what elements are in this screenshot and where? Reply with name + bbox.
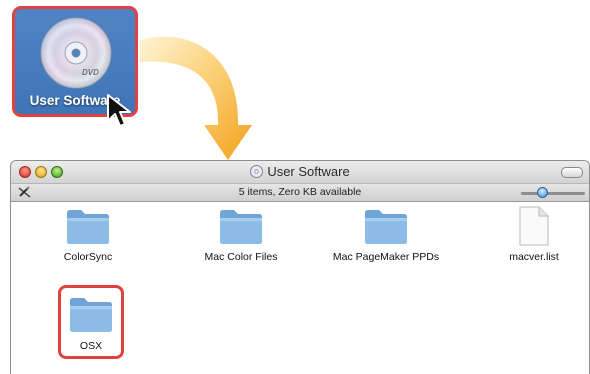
window-titlebar[interactable]: User Software — [11, 161, 589, 183]
file-item-macver-list[interactable]: macver.list — [494, 206, 574, 263]
folder-icon — [70, 298, 112, 332]
folder-icon — [67, 210, 109, 244]
folder-icon — [365, 210, 407, 244]
curved-arrow-icon — [140, 36, 252, 160]
document-icon — [519, 206, 549, 246]
dvd-disc-icon: DVD — [40, 17, 112, 89]
item-label: ColorSync — [63, 251, 113, 263]
folder-icon — [220, 210, 262, 244]
item-label: Mac PageMaker PPDs — [332, 251, 440, 263]
item-label: Mac Color Files — [204, 251, 278, 263]
disc-small-icon — [250, 165, 264, 178]
item-label: OSX — [79, 340, 103, 352]
disc-logo-text: DVD — [82, 68, 99, 77]
toolbar-toggle-button[interactable] — [561, 167, 583, 178]
item-label: macver.list — [509, 251, 559, 263]
slider-thumb[interactable] — [537, 187, 548, 198]
finder-window[interactable]: User Software 5 items, Zero KB available… — [10, 160, 590, 374]
slider-track — [521, 192, 585, 195]
icon-size-slider[interactable] — [521, 187, 585, 199]
mouse-cursor-icon — [107, 94, 131, 127]
status-text: 5 items, Zero KB available — [238, 186, 362, 198]
status-bar: 5 items, Zero KB available — [11, 183, 589, 202]
folder-item-mac-pagemaker-ppds[interactable]: Mac PageMaker PPDs — [321, 206, 451, 263]
folder-item-colorsync[interactable]: ColorSync — [48, 206, 128, 263]
folder-item-mac-color-files[interactable]: Mac Color Files — [191, 206, 291, 263]
folder-item-osx[interactable]: OSX — [58, 285, 124, 359]
window-title: User Software — [267, 164, 350, 179]
